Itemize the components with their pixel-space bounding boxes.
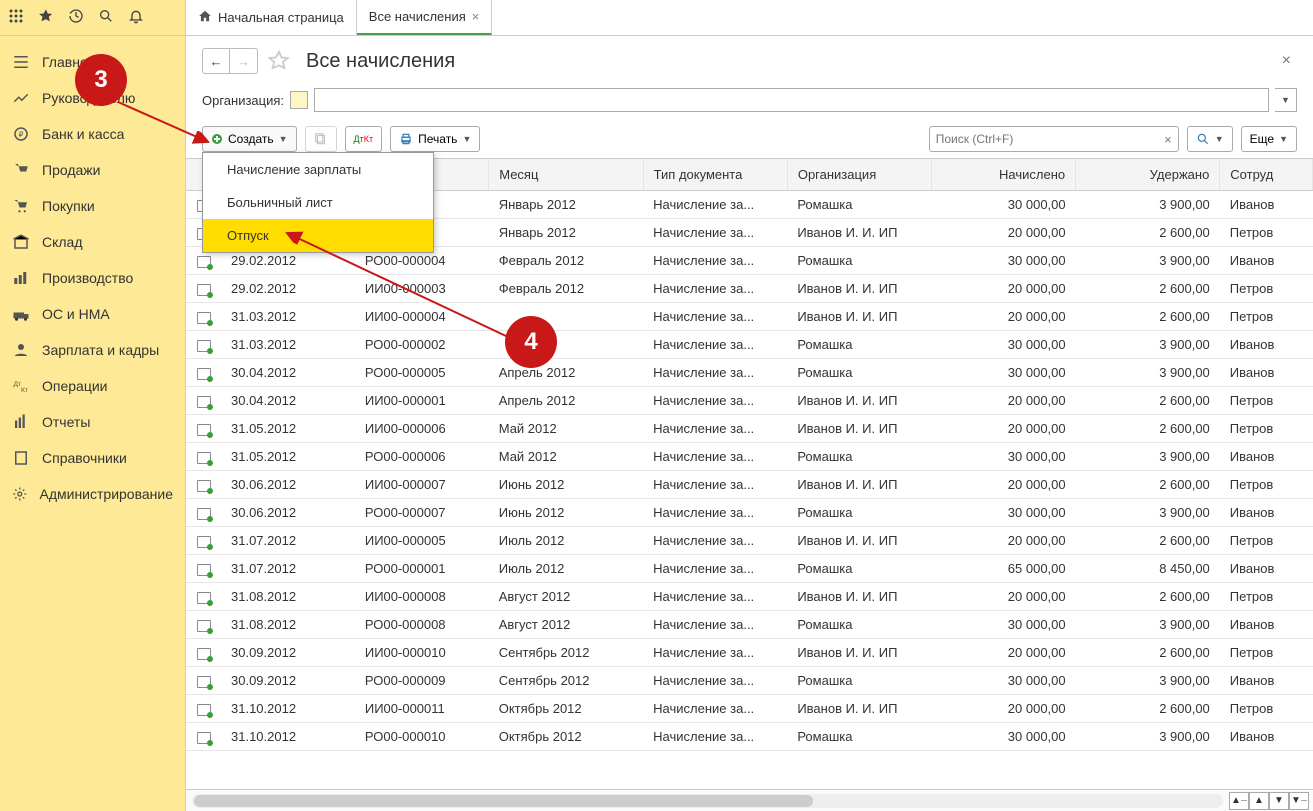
- callout-3: 3: [75, 54, 127, 106]
- callout-4: 4: [505, 316, 557, 368]
